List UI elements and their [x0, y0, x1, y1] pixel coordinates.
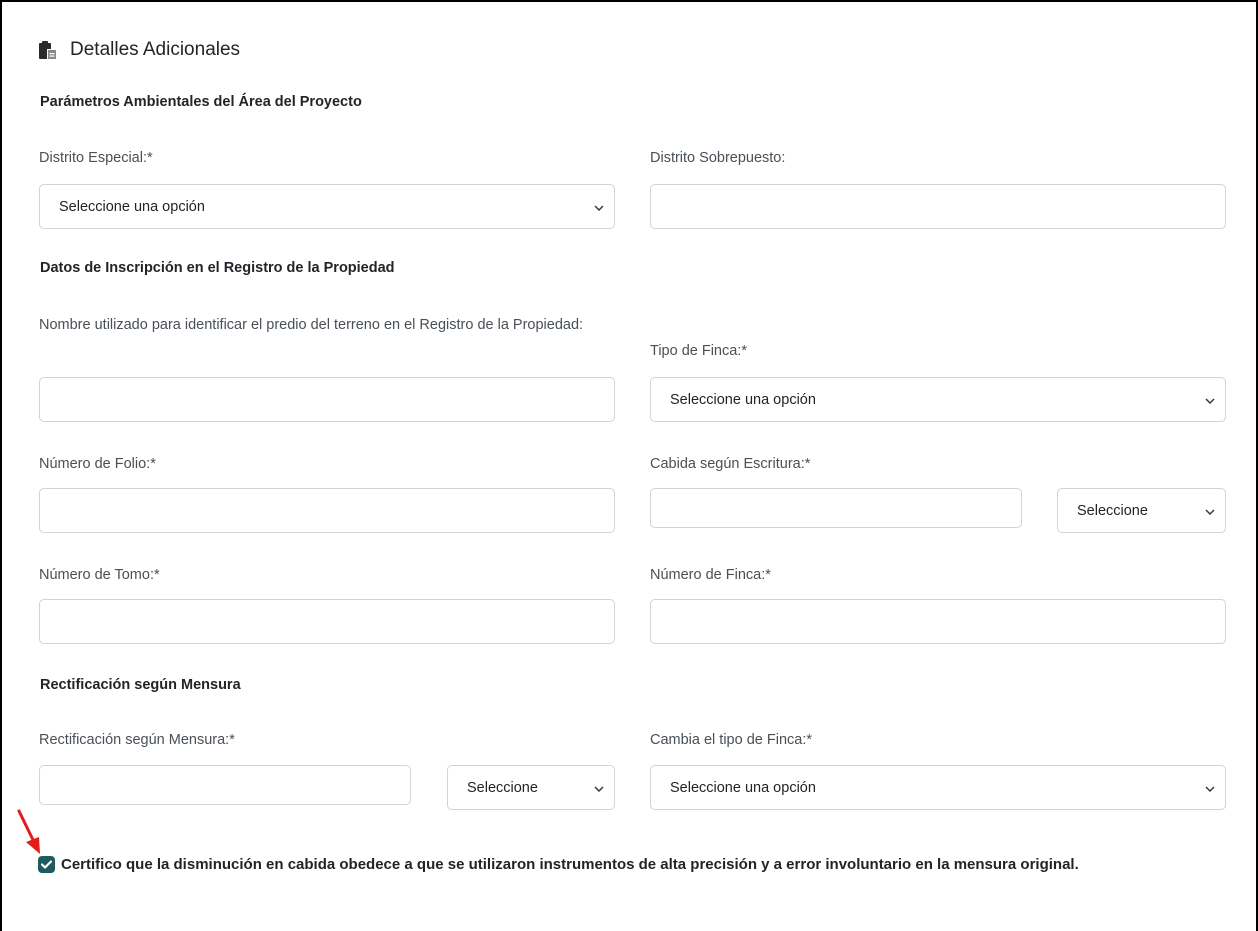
- chevron-down-icon: [1205, 392, 1215, 408]
- chevron-down-icon: [594, 780, 604, 796]
- red-arrow-icon: [17, 809, 40, 854]
- rectificacion-unit-value: Seleccione: [467, 779, 538, 796]
- distrito-sobrepuesto-label: Distrito Sobrepuesto:: [650, 150, 786, 166]
- numero-finca-input[interactable]: [650, 599, 1226, 644]
- tipo-finca-value: Seleccione una opción: [670, 391, 816, 408]
- panel-header: Detalles Adicionales: [38, 36, 240, 64]
- cabida-escritura-input[interactable]: [650, 488, 1022, 528]
- numero-folio-input[interactable]: [39, 488, 615, 533]
- distrito-sobrepuesto-input[interactable]: [650, 184, 1226, 229]
- cabida-unit-select[interactable]: Seleccione: [1057, 488, 1226, 533]
- numero-finca-label: Número de Finca:*: [650, 567, 771, 583]
- cabida-unit-value: Seleccione: [1077, 502, 1148, 519]
- chevron-down-icon: [1205, 780, 1215, 796]
- cambia-tipo-finca-select[interactable]: Seleccione una opción: [650, 765, 1226, 810]
- numero-tomo-label: Número de Tomo:*: [39, 567, 160, 583]
- clipboard-icon: [38, 40, 58, 60]
- distrito-especial-select[interactable]: Seleccione una opción: [39, 184, 615, 229]
- checkmark-icon: [41, 860, 52, 869]
- section-rectificacion-heading: Rectificación según Mensura: [40, 677, 241, 693]
- page-title: Detalles Adicionales: [70, 39, 241, 60]
- rectificacion-mensura-input[interactable]: [39, 765, 411, 805]
- rectificacion-unit-select[interactable]: Seleccione: [447, 765, 615, 810]
- nombre-predio-label: Nombre utilizado para identificar el pre…: [39, 317, 584, 333]
- numero-folio-label: Número de Folio:*: [39, 456, 156, 472]
- rectificacion-mensura-label: Rectificación según Mensura:*: [39, 732, 235, 748]
- cabida-escritura-label: Cabida según Escritura:*: [650, 456, 811, 472]
- numero-tomo-input[interactable]: [39, 599, 615, 644]
- section-ambientales-heading: Parámetros Ambientales del Área del Proy…: [40, 94, 362, 110]
- chevron-down-icon: [1205, 503, 1215, 519]
- chevron-down-icon: [594, 199, 604, 215]
- distrito-especial-label: Distrito Especial:*: [39, 150, 153, 166]
- certificacion-checkbox[interactable]: [38, 856, 55, 873]
- distrito-especial-value: Seleccione una opción: [59, 198, 205, 215]
- tipo-finca-select[interactable]: Seleccione una opción: [650, 377, 1226, 422]
- tipo-finca-label: Tipo de Finca:*: [650, 343, 747, 359]
- certificacion-row[interactable]: Certifico que la disminución en cabida o…: [38, 856, 1079, 873]
- cambia-tipo-finca-value: Seleccione una opción: [670, 779, 816, 796]
- cambia-tipo-finca-label: Cambia el tipo de Finca:*: [650, 732, 812, 748]
- section-inscripcion-heading: Datos de Inscripción en el Registro de l…: [40, 260, 395, 276]
- certificacion-text: Certifico que la disminución en cabida o…: [61, 856, 1079, 873]
- nombre-predio-input[interactable]: [39, 377, 615, 422]
